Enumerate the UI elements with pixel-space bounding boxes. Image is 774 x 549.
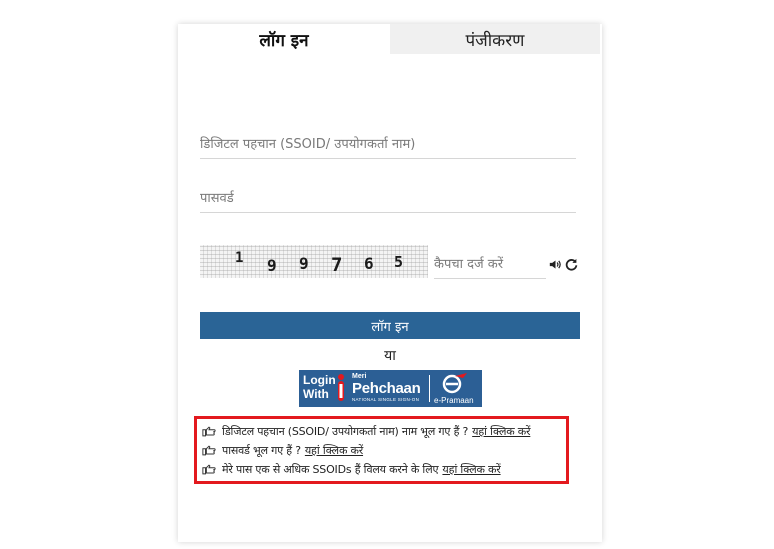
forgot-ssoid-link[interactable]: यहां क्लिक करें bbox=[472, 424, 530, 439]
help-links-box: डिजिटल पहचान (SSOID/ उपयोगकर्ता नाम) नाम… bbox=[194, 416, 569, 484]
login-button[interactable]: लॉग इन bbox=[200, 312, 580, 339]
pehchaan-subtitle: NATIONAL SINGLE SIGN-ON bbox=[352, 397, 420, 402]
captcha-digit: 7 bbox=[331, 254, 343, 276]
or-separator: या bbox=[384, 348, 396, 364]
hand-pointing-icon bbox=[202, 444, 216, 455]
captcha-digit: 6 bbox=[364, 254, 374, 273]
password-input[interactable] bbox=[200, 184, 576, 213]
merge-ssoids-link[interactable]: यहां क्लिक करें bbox=[442, 462, 500, 477]
tab-bar: लॉग इन पंजीकरण bbox=[178, 24, 602, 56]
captcha-image: 1 9 9 7 6 5 bbox=[200, 245, 428, 278]
hand-pointing-icon bbox=[202, 463, 216, 474]
captcha-digit: 5 bbox=[394, 253, 404, 271]
captcha-tools bbox=[546, 255, 578, 273]
pehchaan-line2: With bbox=[303, 387, 329, 401]
login-with-pehchaan-button[interactable]: Login With Meri Pehchaan NATIONAL SINGLE… bbox=[299, 370, 482, 407]
pehchaan-meri: Meri bbox=[352, 373, 367, 380]
forgot-password-link[interactable]: यहां क्लिक करें bbox=[305, 443, 363, 458]
epramaan-label: e-Pramaan bbox=[434, 396, 474, 405]
pehchaan-logo-icon bbox=[338, 374, 344, 401]
help-forgot-ssoid-text: डिजिटल पहचान (SSOID/ उपयोगकर्ता नाम) नाम… bbox=[222, 424, 469, 438]
pehchaan-login-with: Login With bbox=[303, 373, 336, 401]
captcha-digit: 9 bbox=[267, 256, 277, 275]
help-forgot-password-text: पासवर्ड भूल गए हैं ? bbox=[222, 443, 301, 457]
epramaan-logo-icon bbox=[442, 373, 467, 394]
login-card: लॉग इन पंजीकरण 1 9 9 7 6 5 लॉग इन या Log… bbox=[178, 24, 602, 542]
captcha-digit: 9 bbox=[299, 254, 309, 273]
captcha-input[interactable] bbox=[434, 250, 546, 279]
tab-register[interactable]: पंजीकरण bbox=[390, 24, 600, 54]
hand-pointing-icon bbox=[202, 425, 216, 436]
pehchaan-line1: Login bbox=[303, 373, 336, 387]
tab-login[interactable]: लॉग इन bbox=[178, 24, 390, 54]
captcha-digit: 1 bbox=[235, 250, 244, 266]
help-merge-ssoids: मेरे पास एक से अधिक SSOIDs हैं विलय करने… bbox=[202, 460, 501, 478]
ssoid-input[interactable] bbox=[200, 130, 576, 159]
help-merge-ssoids-text: मेरे पास एक से अधिक SSOIDs हैं विलय करने… bbox=[222, 462, 439, 476]
speaker-icon[interactable] bbox=[549, 258, 562, 271]
refresh-icon[interactable] bbox=[565, 258, 578, 271]
pehchaan-divider bbox=[429, 375, 430, 402]
help-forgot-ssoid: डिजिटल पहचान (SSOID/ उपयोगकर्ता नाम) नाम… bbox=[202, 422, 531, 440]
pehchaan-name: Pehchaan bbox=[352, 380, 421, 397]
help-forgot-password: पासवर्ड भूल गए हैं ? यहां क्लिक करें bbox=[202, 441, 363, 459]
